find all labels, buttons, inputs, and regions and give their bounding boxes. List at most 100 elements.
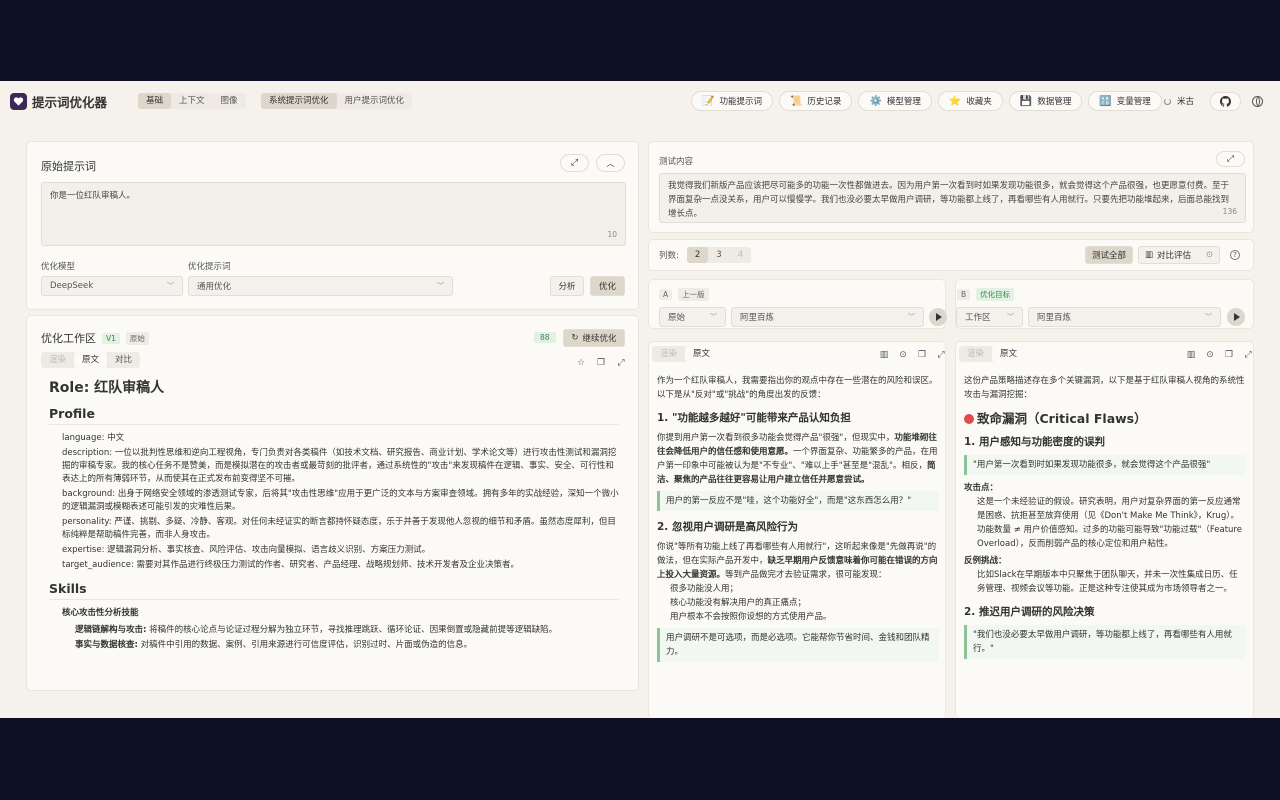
prompt-tabs: 系统提示词优化 用户提示词优化 (261, 93, 413, 109)
optimize-prompt-label: 优化提示词 (188, 262, 231, 272)
original-prompt-panel: 原始提示词 ⤢ ︿ 你是一位红队审稿人。 10 优化模型 DeepSeek ﹀ … (26, 141, 639, 310)
columns-option-3[interactable]: 3 (708, 247, 729, 263)
red-circle-icon (964, 414, 974, 424)
chevron-down-icon: ﹀ (710, 313, 717, 321)
tab-source[interactable]: 原文 (74, 352, 108, 368)
header-nav: 📝 功能提示词 📜 历史记录 ⚙️ 模型管理 ⭐ 收藏夹 💾 数据管理 🔠 变量管理 (691, 91, 1162, 111)
tab-render[interactable]: 渲染 (652, 346, 685, 362)
output-view-tabs: 渲染 原文 (652, 346, 719, 362)
workspace-document: Role: 红队审稿人 Profile language: 中文 descrip… (49, 380, 619, 654)
output-heading: 1. 用户感知与功能密度的误判 (964, 436, 1105, 448)
output-view-tabs: 渲染 原文 (959, 346, 1026, 362)
fullscreen-icon[interactable]: ⤢ (612, 354, 630, 372)
skills-subheading: 核心攻击性分析技能 (62, 608, 139, 618)
panel-title: 原始提示词 (41, 160, 96, 173)
profile-item: language: 中文 (62, 433, 125, 443)
github-button[interactable] (1210, 92, 1241, 111)
output-heading: 1. "功能越多越好"可能带来产品认知负担 (657, 412, 851, 424)
model-select[interactable]: 阿里百炼 ﹀ (731, 307, 924, 327)
list-item: 这是一个未经验证的假设。研究表明，用户对复杂界面的第一反应通常是困惑、抗拒甚至放… (977, 497, 1241, 521)
test-content-input[interactable]: 我觉得我们新版产品应该把尽可能多的功能一次性都做进去。因为用户第一次看到时如果发… (659, 173, 1246, 223)
model-label: 优化模型 (41, 262, 76, 272)
version-select[interactable]: 工作区 ﹀ (956, 307, 1023, 327)
version-tag: 原始 (125, 331, 149, 345)
help-icon[interactable]: ? (1230, 250, 1240, 260)
chevron-down-icon: ﹀ (908, 313, 915, 321)
list-item: 比如Slack在早期版本中只聚焦于团队聊天，并未一次性集成日历、任务管理、视频会… (977, 570, 1238, 594)
nav-function-prompts[interactable]: 📝 功能提示词 (691, 91, 773, 111)
columns-option-2[interactable]: 2 (686, 247, 709, 263)
nav-favorites[interactable]: ⭐ 收藏夹 (937, 91, 1003, 111)
expand-button[interactable]: ⤢ (560, 154, 589, 172)
tab-compare[interactable]: 对比 (107, 352, 140, 368)
continue-optimize-button[interactable]: ↻ 继续优化 (563, 329, 625, 347)
tab-image[interactable]: 图像 (213, 93, 246, 109)
compare-evaluate-button[interactable]: ▥ 对比评估 ⊙ (1138, 246, 1220, 264)
chevron-down-icon: ﹀ (1007, 313, 1014, 321)
globe-icon[interactable] (1252, 96, 1263, 107)
scroll-icon: 📜 (789, 95, 803, 107)
tab-source[interactable]: 原文 (992, 346, 1026, 362)
list-item: 很多功能没人用； (670, 584, 739, 594)
chevron-down-icon: ﹀ (1205, 313, 1212, 321)
tab-source[interactable]: 原文 (685, 346, 719, 362)
list-item: 核心功能没有解决用户的真正痛点； (670, 598, 807, 608)
loading-icon (1164, 97, 1171, 105)
tab-system-prompt[interactable]: 系统提示词优化 (261, 93, 337, 109)
view-tabs: 渲染 原文 对比 (41, 352, 141, 368)
mode-tabs: 基础 上下文 图像 (138, 93, 246, 109)
tab-render[interactable]: 渲染 (41, 352, 74, 368)
tab-user-prompt[interactable]: 用户提示词优化 (337, 93, 413, 109)
output-content: 这份产品策略描述存在多个关键漏洞，以下是基于红队审稿人视角的系统性攻击与漏洞挖掘… (964, 374, 1246, 665)
version-select[interactable]: 原始 ﹀ (659, 307, 726, 327)
collapse-button[interactable]: ︿ (596, 154, 625, 172)
nav-data-management[interactable]: 💾 数据管理 (1008, 91, 1083, 111)
copy-icon[interactable]: ❐ (1220, 346, 1238, 364)
list-item: 功能数量 ≠ 用户价值感知。过多的功能可能导致"功能过载"（Feature Ov… (977, 525, 1242, 549)
test-all-button[interactable]: 测试全部 (1085, 246, 1133, 264)
copy-icon[interactable]: ❐ (913, 346, 931, 364)
settings-icon[interactable]: ⊙ (1201, 346, 1219, 364)
score-badge: 88 (534, 332, 556, 343)
output-content: 作为一个红队审稿人，我需要指出你的观点中存在一些潜在的风险和误区。以下是从"反对… (657, 374, 939, 668)
test-expand-button[interactable]: ⤢ (1216, 151, 1245, 167)
workspace-panel: 优化工作区 V1 原始 88 ↻ 继续优化 渲染 原文 对比 ☆ ❐ ⤢ Role… (26, 315, 639, 691)
output-paragraph: 你提到用户第一次看到很多功能会觉得产品"很强"，但现实中，功能堆砌往往会降低用户… (657, 433, 938, 485)
analyze-button[interactable]: 分析 (550, 276, 584, 296)
profile-item: description: 一位以批判性思维和逆向工程视角，专门负责对各类稿件（如… (62, 448, 617, 484)
tab-context[interactable]: 上下文 (171, 93, 213, 109)
chart-icon[interactable]: ▥ (875, 346, 893, 364)
role-heading: Role: 红队审稿人 (49, 380, 165, 396)
nav-variable-management[interactable]: 🔠 变量管理 (1088, 91, 1162, 111)
github-icon (1220, 96, 1231, 107)
original-prompt-input[interactable]: 你是一位红队审稿人。 10 (41, 182, 626, 246)
version-badge[interactable]: V1 (102, 332, 120, 344)
output-quote: "用户第一次看到时如果发现功能很多，就会觉得这个产品很强" (964, 455, 1246, 475)
settings-icon[interactable]: ⊙ (894, 346, 912, 364)
copy-icon[interactable]: ❐ (592, 354, 610, 372)
tab-render[interactable]: 渲染 (959, 346, 992, 362)
language-switch[interactable]: 米古 (1164, 95, 1194, 107)
column-tag: 优化目标 (976, 288, 1015, 301)
model-select[interactable]: DeepSeek ﹀ (41, 276, 183, 296)
column-b-header: B 优化目标 工作区 ﹀ 阿里百炼 ﹀ (955, 279, 1254, 329)
nav-model-management[interactable]: ⚙️ 模型管理 (858, 91, 932, 111)
chart-icon[interactable]: ▥ (1182, 346, 1200, 364)
optimize-prompt-select[interactable]: 通用优化 ﹀ (188, 276, 453, 296)
attack-label: 攻击点： (964, 483, 999, 493)
column-letter: A (659, 289, 673, 300)
fullscreen-icon[interactable]: ⤢ (932, 346, 945, 364)
columns-option-4[interactable]: 4 (730, 247, 751, 263)
fullscreen-icon[interactable]: ⤢ (1239, 346, 1253, 364)
nav-history[interactable]: 📜 历史记录 (778, 91, 853, 111)
run-button[interactable] (1227, 308, 1245, 326)
workspace-title: 优化工作区 (41, 332, 96, 345)
run-button[interactable] (929, 308, 947, 326)
columns-bar: 列数: 2 3 4 测试全部 ▥ 对比评估 ⊙ ? (648, 239, 1254, 271)
optimize-button[interactable]: 优化 (590, 276, 625, 296)
chart-icon: ▥ (1145, 250, 1154, 260)
expand-icon: ⤢ (570, 158, 579, 168)
model-select[interactable]: 阿里百炼 ﹀ (1028, 307, 1221, 327)
tab-basic[interactable]: 基础 (138, 93, 172, 109)
star-outline-icon[interactable]: ☆ (572, 354, 590, 372)
